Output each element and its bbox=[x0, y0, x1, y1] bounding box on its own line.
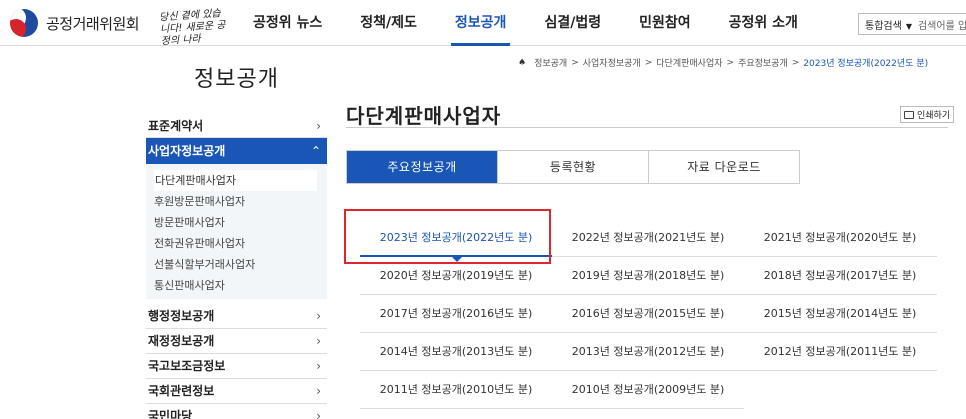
sidebar-item-label: 사업자정보공개 bbox=[148, 144, 226, 158]
sidebar-item-assembly-info[interactable]: 국회관련정보 › bbox=[146, 379, 327, 404]
sidebar-submenu: 다단계판매사업자 후원방문판매사업자 방문판매사업자 전화권유판매사업자 선불식… bbox=[146, 164, 327, 299]
site-logo[interactable]: 공정거래위원회 bbox=[10, 9, 140, 37]
breadcrumb: ♠ 정보공개 > 사업자정보공개 > 다단계판매사업자 > 주요정보공개 > 2023년… bbox=[518, 56, 929, 70]
sidebar-item-label: 국고보조금정보 bbox=[148, 359, 226, 373]
year-link-2016[interactable]: 2016년 정보공개(2015년도 분) bbox=[552, 295, 744, 332]
chevron-right-icon: › bbox=[316, 409, 321, 419]
nav-decisions[interactable]: 심결/법령 bbox=[544, 0, 601, 46]
chevron-right-icon: › bbox=[316, 119, 321, 133]
nav-info-disclosure[interactable]: 정보공개 bbox=[450, 0, 510, 46]
home-icon[interactable]: ♠ bbox=[518, 58, 526, 68]
chevron-right-icon: › bbox=[316, 334, 321, 348]
year-row: 2011년 정보공개(2010년도 분) 2010년 정보공개(2009년도 분… bbox=[360, 371, 937, 409]
sidebar-title: 정보공개 bbox=[194, 67, 279, 92]
tab-key-disclosure[interactable]: 주요정보공개 bbox=[347, 151, 498, 183]
ftc-emblem-icon bbox=[10, 9, 38, 37]
logo-text: 공정거래위원회 bbox=[46, 14, 140, 33]
submenu-item-online-sales[interactable]: 통신판매사업자 bbox=[154, 275, 327, 296]
breadcrumb-separator: > bbox=[791, 57, 800, 68]
breadcrumb-current: 2023년 정보공개(2022년도 분) bbox=[803, 59, 929, 69]
breadcrumb-item[interactable]: 다단계판매사업자 bbox=[656, 56, 722, 69]
chevron-down-icon: ▼ bbox=[905, 21, 912, 31]
submenu-item-sponsored-visit[interactable]: 후원방문판매사업자 bbox=[154, 191, 327, 212]
breadcrumb-separator: > bbox=[644, 57, 653, 68]
page-title: 다단계판매사업자 bbox=[346, 104, 502, 128]
sidebar-item-label: 표준계약서 bbox=[148, 119, 204, 133]
printer-icon bbox=[904, 110, 914, 119]
highlight-annotation bbox=[344, 209, 551, 264]
print-label: 인쇄하기 bbox=[917, 111, 951, 121]
year-link-2011[interactable]: 2011년 정보공개(2010년도 분) bbox=[360, 371, 552, 409]
nav-news[interactable]: 공정위 뉴스 bbox=[253, 0, 322, 46]
sidebar-item-label: 행정정보공개 bbox=[148, 309, 215, 323]
top-header: 공정거래위원회 당신 곁에 있습니다! 새로운 공정의 나라 공정위 뉴스 정책… bbox=[0, 0, 966, 48]
content-tabs: 주요정보공개 등록현황 자료 다운로드 bbox=[346, 150, 800, 184]
breadcrumb-separator: > bbox=[571, 57, 579, 68]
breadcrumb-item[interactable]: 주요정보공개 bbox=[738, 56, 788, 69]
search-input[interactable]: 검색어를 입 bbox=[918, 17, 966, 32]
breadcrumb-item[interactable]: 사업자정보공개 bbox=[583, 56, 641, 69]
breadcrumb-item[interactable]: 정보공개 bbox=[534, 56, 567, 69]
year-link-2014[interactable]: 2014년 정보공개(2013년도 분) bbox=[360, 333, 552, 370]
year-link-2018[interactable]: 2018년 정보공개(2017년도 분) bbox=[744, 257, 936, 294]
sidebar-item-citizen[interactable]: 국민마당 › bbox=[146, 404, 327, 419]
year-row: 2017년 정보공개(2016년도 분) 2016년 정보공개(2015년도 분… bbox=[360, 295, 937, 333]
sidebar-item-label: 국민마당 bbox=[148, 409, 193, 419]
sidebar-item-subsidy-info[interactable]: 국고보조금정보 › bbox=[146, 354, 327, 379]
submenu-item-prepaid-installment[interactable]: 선불식할부거래사업자 bbox=[154, 254, 327, 275]
submenu-item-door-to-door[interactable]: 방문판매사업자 bbox=[154, 212, 327, 233]
nav-policy[interactable]: 정책/제도 bbox=[360, 0, 417, 46]
chevron-right-icon: › bbox=[316, 384, 321, 398]
year-link-2017[interactable]: 2017년 정보공개(2016년도 분) bbox=[360, 295, 552, 332]
chevron-right-icon: › bbox=[316, 309, 321, 323]
sidebar-item-standard-contracts[interactable]: 표준계약서 › bbox=[146, 116, 327, 138]
tab-data-download[interactable]: 자료 다운로드 bbox=[649, 151, 799, 183]
sidebar-item-label: 국회관련정보 bbox=[148, 384, 215, 398]
breadcrumb-separator: > bbox=[726, 57, 735, 68]
tab-registration-status[interactable]: 등록현황 bbox=[498, 151, 649, 183]
title-divider bbox=[346, 127, 948, 128]
print-button[interactable]: 인쇄하기 bbox=[900, 106, 955, 123]
nav-about[interactable]: 공정위 소개 bbox=[729, 0, 798, 46]
chevron-up-icon: ⌃ bbox=[310, 144, 321, 158]
nav-civil[interactable]: 민원참여 bbox=[639, 0, 691, 46]
year-link-2019[interactable]: 2019년 정보공개(2018년도 분) bbox=[552, 257, 744, 294]
year-link-2022[interactable]: 2022년 정보공개(2021년도 분) bbox=[552, 219, 744, 256]
sidebar: 정보공개 표준계약서 › 사업자정보공개 ⌃ 다단계판매사업자 후원방문판매사업… bbox=[146, 46, 327, 419]
sidebar-item-finance-disclosure[interactable]: 재정정보공개 › bbox=[146, 329, 327, 354]
year-row: 2014년 정보공개(2013년도 분) 2013년 정보공개(2012년도 분… bbox=[360, 333, 937, 371]
year-link-2010[interactable]: 2010년 정보공개(2009년도 분) bbox=[552, 371, 744, 409]
search-box: 통합검색 ▼ 검색어를 입 bbox=[858, 13, 966, 35]
sidebar-item-label: 재정정보공개 bbox=[148, 334, 215, 348]
main-nav: 공정위 뉴스 정책/제도 정보공개 심결/법령 민원참여 공정위 소개 bbox=[253, 0, 836, 46]
sidebar-item-business-disclosure[interactable]: 사업자정보공개 ⌃ bbox=[146, 138, 327, 164]
submenu-item-telemarketing[interactable]: 전화권유판매사업자 bbox=[154, 233, 327, 254]
search-scope-select[interactable]: 통합검색 ▼ bbox=[859, 17, 918, 32]
slogan: 당신 곁에 있습니다! 새로운 공정의 나라 bbox=[158, 8, 226, 48]
year-link-2021[interactable]: 2021년 정보공개(2020년도 분) bbox=[744, 219, 936, 256]
year-link-2012[interactable]: 2012년 정보공개(2011년도 분) bbox=[744, 333, 936, 370]
submenu-item-multilevel[interactable]: 다단계판매사업자 bbox=[154, 170, 317, 191]
search-scope-label: 통합검색 bbox=[865, 20, 902, 32]
year-link-2013[interactable]: 2013년 정보공개(2012년도 분) bbox=[552, 333, 744, 370]
year-cell-empty bbox=[744, 371, 936, 409]
year-link-2015[interactable]: 2015년 정보공개(2014년도 분) bbox=[744, 295, 936, 332]
sidebar-item-admin-disclosure[interactable]: 행정정보공개 › bbox=[146, 304, 327, 329]
chevron-right-icon: › bbox=[316, 359, 321, 373]
